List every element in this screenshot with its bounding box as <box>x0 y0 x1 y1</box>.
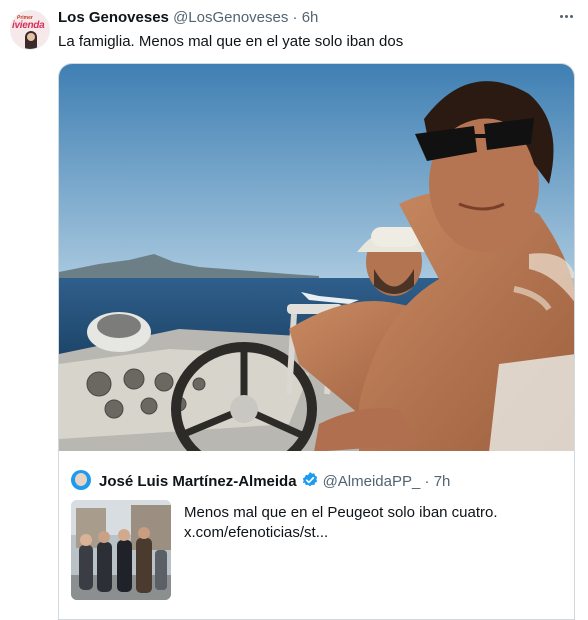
quoted-header-separator: · <box>424 473 430 490</box>
more-options-icon[interactable] <box>555 8 577 24</box>
quoted-author-handle[interactable]: @AlmeidaPP_ <box>323 473 421 490</box>
quoted-tweet[interactable]: José Luis Martínez-Almeida @AlmeidaPP_ · … <box>58 450 575 620</box>
tweet-header: Los Genoveses @LosGenoveses · 6h <box>58 9 318 27</box>
quoted-tweet-thumbnail[interactable] <box>71 500 171 600</box>
tweet-time[interactable]: 6h <box>302 9 319 26</box>
quoted-tweet-header: José Luis Martínez-Almeida @AlmeidaPP_ · … <box>99 471 450 491</box>
quoted-tweet-text: Menos mal que en el Peugeot solo iban cu… <box>184 503 498 543</box>
quoted-tweet-time[interactable]: 7h <box>434 473 451 490</box>
tweet-text: La famiglia. Menos mal que en el yate so… <box>58 33 404 50</box>
street-photo-image <box>71 500 171 600</box>
author-handle[interactable]: @LosGenoveses <box>173 9 288 26</box>
author-avatar[interactable]: Primer ivienda <box>10 10 50 50</box>
avatar-face <box>27 33 35 41</box>
quoted-author-name[interactable]: José Luis Martínez-Almeida <box>99 473 297 490</box>
avatar-text-main: ivienda <box>12 20 45 31</box>
quoted-text-line-1: Menos mal que en el Peugeot solo iban cu… <box>184 504 498 521</box>
quoted-author-avatar[interactable] <box>71 470 91 490</box>
author-name[interactable]: Los Genoveses <box>58 9 169 26</box>
quoted-text-link[interactable]: x.com/efenoticias/st... <box>184 523 498 543</box>
verified-badge-icon <box>302 472 317 487</box>
tweet-photo[interactable] <box>58 63 575 451</box>
header-separator: · <box>292 9 298 26</box>
yacht-photo-image <box>59 64 574 451</box>
